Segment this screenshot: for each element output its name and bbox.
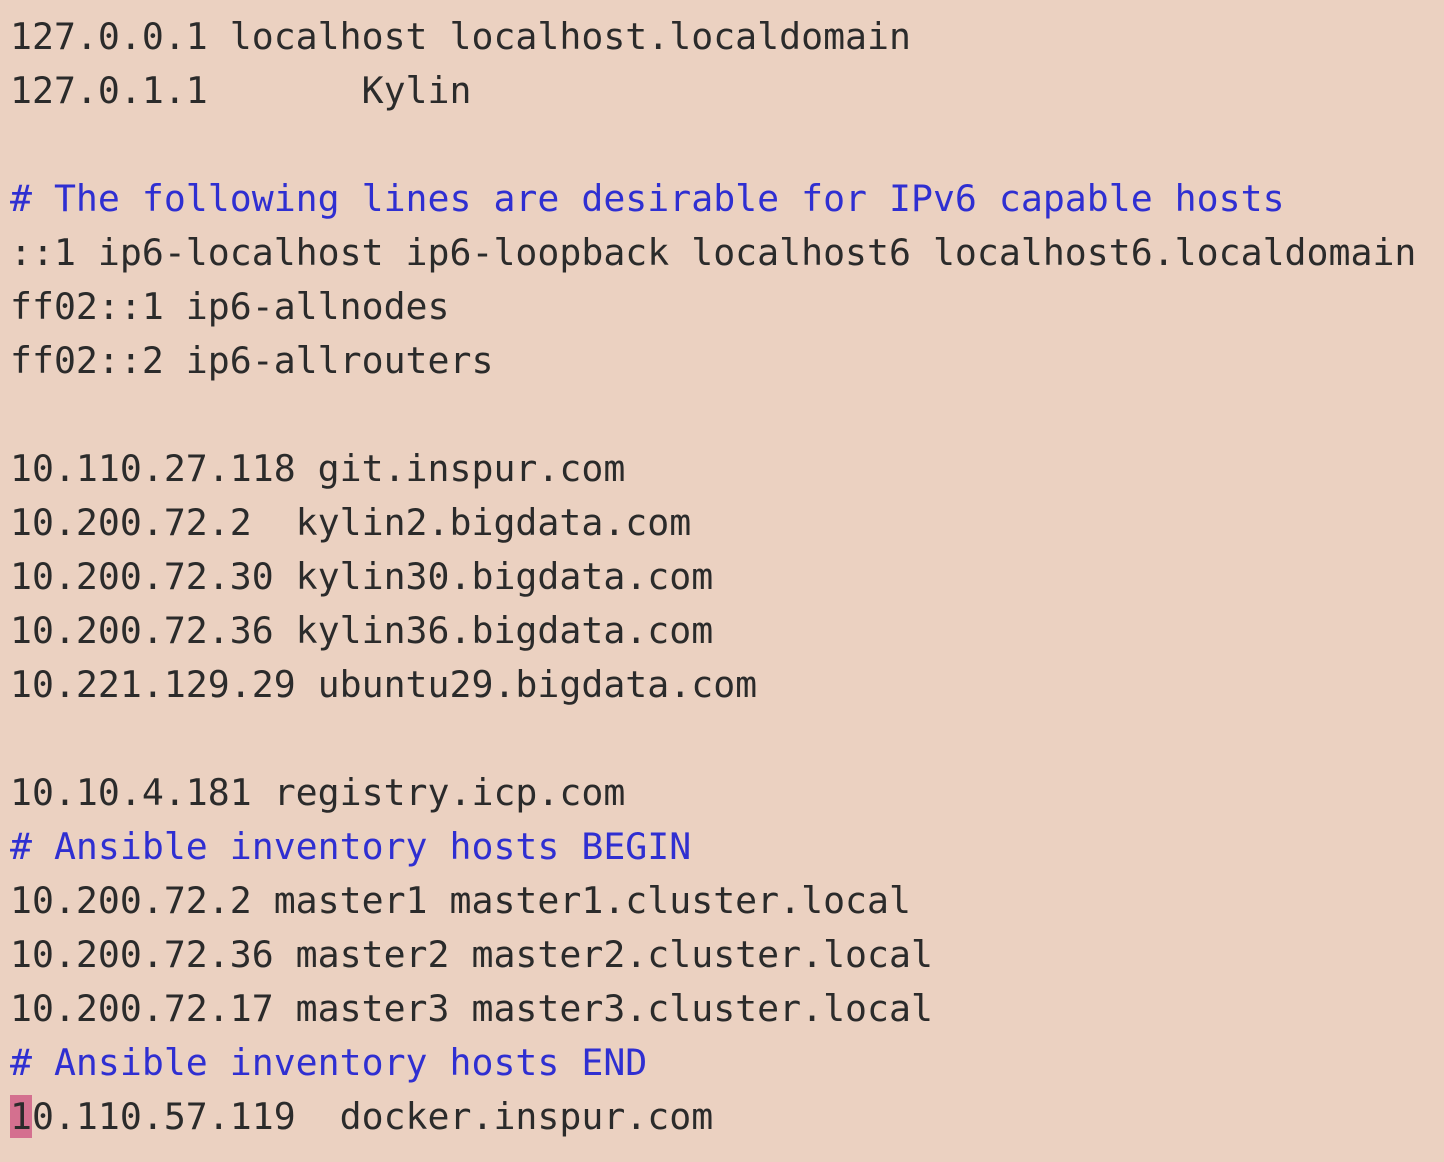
editor-line: ff02::1 ip6-allnodes (10, 285, 450, 328)
comment-line: # Ansible inventory hosts END (10, 1041, 648, 1084)
editor-line: ::1 ip6-localhost ip6-loopback localhost… (10, 231, 1417, 274)
text-cursor: 1 (10, 1095, 32, 1138)
text-editor[interactable]: 127.0.0.1 localhost localhost.localdomai… (0, 0, 1444, 1162)
editor-line: 10.200.72.36 master2 master2.cluster.loc… (10, 933, 933, 976)
editor-line: 10.200.72.2 kylin2.bigdata.com (10, 501, 692, 544)
editor-line-current: 10.110.57.119 docker.inspur.com (10, 1090, 1444, 1144)
comment-line: # Ansible inventory hosts BEGIN (10, 825, 692, 868)
editor-line: 10.200.72.17 master3 master3.cluster.loc… (10, 987, 933, 1030)
editor-line: ff02::2 ip6-allrouters (10, 339, 494, 382)
comment-line: # The following lines are desirable for … (10, 177, 1285, 220)
editor-line: 10.200.72.2 master1 master1.cluster.loca… (10, 879, 911, 922)
editor-line: 127.0.0.1 localhost localhost.localdomai… (10, 15, 911, 58)
editor-line: 10.200.72.36 kylin36.bigdata.com (10, 609, 714, 652)
editor-line: 10.10.4.181 registry.icp.com (10, 771, 626, 814)
editor-line: 127.0.1.1 Kylin (10, 69, 472, 112)
cursor-line-text: 0.110.57.119 docker.inspur.com (31, 1095, 714, 1138)
editor-line: 10.221.129.29 ubuntu29.bigdata.com (10, 663, 758, 706)
editor-line: 10.200.72.30 kylin30.bigdata.com (10, 555, 714, 598)
editor-line: 10.110.27.118 git.inspur.com (10, 447, 626, 490)
